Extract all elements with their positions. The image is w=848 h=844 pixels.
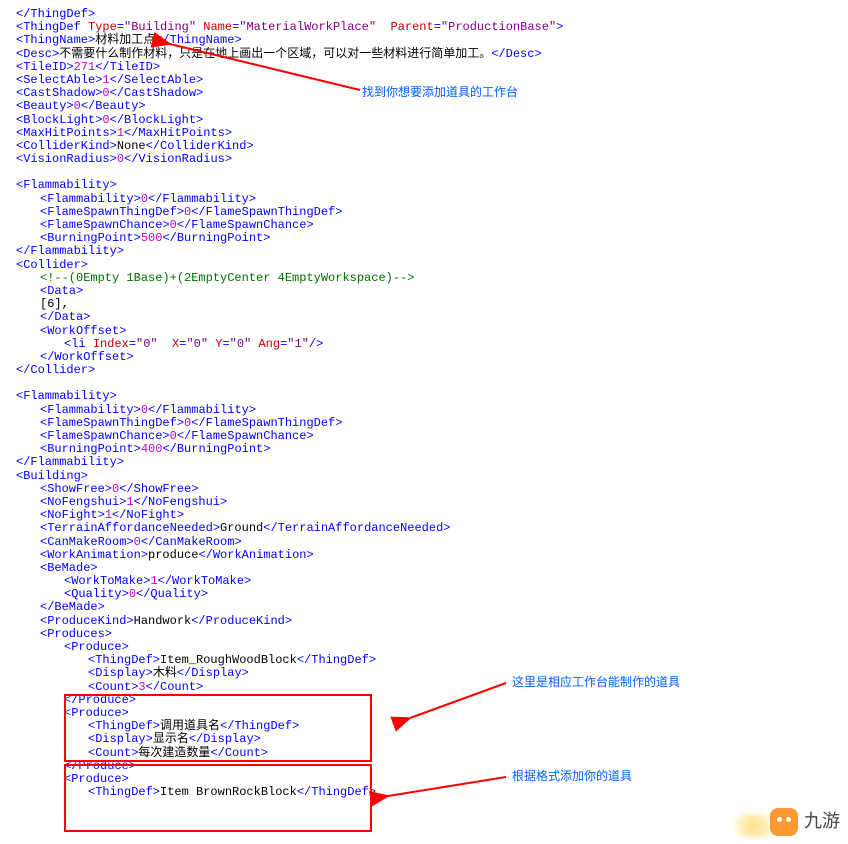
code-block: </ThingDef> <ThingDef Type="Building" Na… [16, 8, 832, 799]
annotation-2: 这里是相应工作台能制作的道具 [512, 676, 680, 689]
logo-text: 九游 [804, 812, 840, 832]
highlight-box-1 [64, 694, 372, 762]
annotation-3: 根据格式添加你的道具 [512, 770, 632, 783]
highlight-box-2 [64, 764, 372, 832]
annotation-1: 找到你想要添加道具的工作台 [362, 86, 518, 99]
logo-icon [770, 808, 798, 836]
logo: 九游 [770, 808, 840, 836]
